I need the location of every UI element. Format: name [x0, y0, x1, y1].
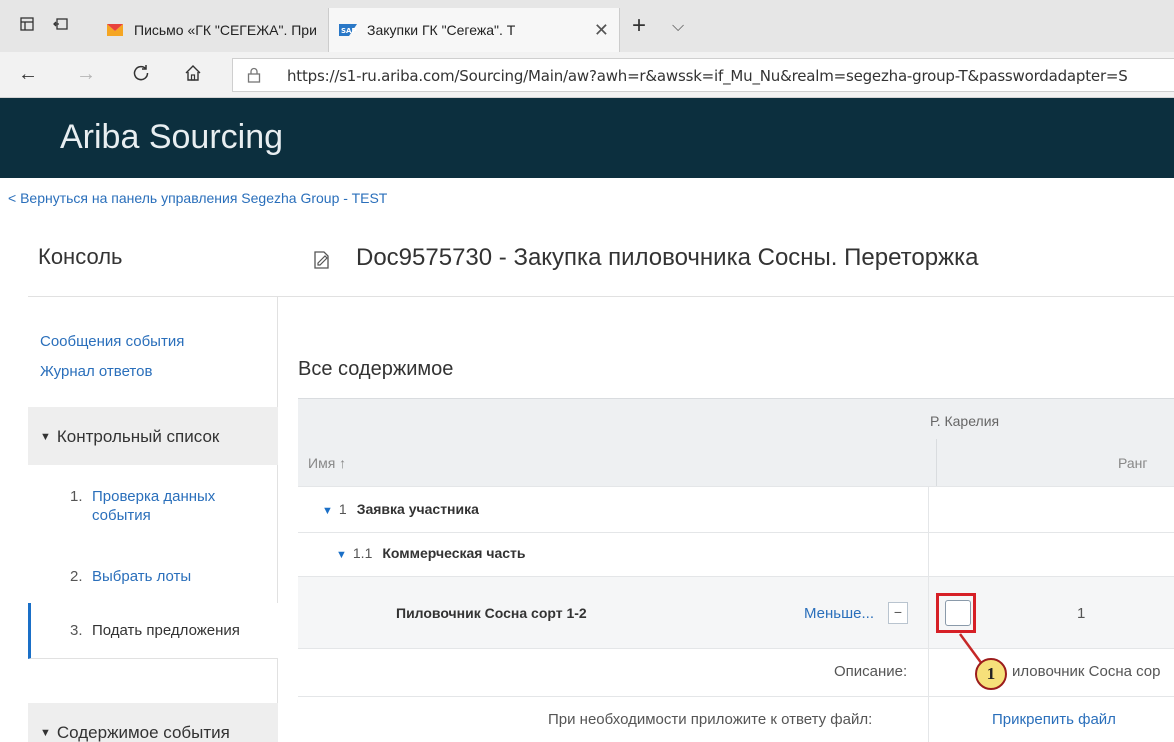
url-field[interactable]: https://s1-ru.ariba.com/Sourcing/Main/aw…	[232, 58, 1174, 92]
table-row-description: Описание: иловочник Сосна сор	[298, 648, 1174, 696]
app-header: Ariba Sourcing	[0, 98, 1174, 178]
checklist-section-header[interactable]: ▼ Контрольный список	[28, 407, 278, 465]
divider	[928, 487, 929, 532]
back-arrow-icon[interactable]: ←	[18, 64, 38, 84]
name-column-header[interactable]: Имя ↑	[308, 455, 346, 471]
row-label: Заявка участника	[356, 501, 479, 517]
section-title: Все содержимое	[298, 358, 454, 380]
tab-actions-icon[interactable]	[18, 16, 36, 34]
callout-number-badge: 1	[975, 658, 1007, 690]
chevron-down-icon[interactable]: ⌵	[672, 18, 684, 36]
back-to-dashboard-link[interactable]: < Вернуться на панель управления Segezha…	[8, 190, 387, 206]
tab-title: Письмо «ГК "СЕГЕЖА". При	[134, 22, 317, 38]
document-edit-icon	[312, 250, 332, 270]
browser-tab-bar: Письмо «ГК "СЕГЕЖА". При SAP Закупки ГК …	[0, 0, 1174, 52]
grid-header: Р. Карелия Имя ↑ Ранг	[298, 398, 1174, 487]
tab-title: Закупки ГК "Сегежа". Т	[367, 22, 516, 38]
item-checkbox[interactable]	[945, 600, 971, 626]
forward-arrow-icon[interactable]: →	[76, 64, 96, 84]
event-contents-title: Содержимое события	[56, 723, 230, 742]
content-grid: Р. Карелия Имя ↑ Ранг ▼ 1 Заявка участника…	[298, 398, 1174, 742]
triangle-down-icon: ▼	[40, 727, 51, 739]
url-text: https://s1-ru.ariba.com/Sourcing/Main/aw…	[287, 67, 1128, 85]
brand-title: Ariba Sourcing	[60, 118, 284, 156]
checklist-step-select-lots[interactable]: 2. Выбрать лоты	[70, 567, 266, 587]
refresh-icon[interactable]	[132, 64, 150, 86]
divider	[278, 296, 1174, 297]
rank-value: 1	[1077, 605, 1086, 622]
sidebar-link-response-history[interactable]: Журнал ответов	[40, 363, 152, 380]
step-number: 2.	[70, 568, 83, 585]
attachment-label: При необходимости приложите к ответу фай…	[548, 711, 873, 728]
sidebar-link-event-messages[interactable]: Сообщения события	[40, 333, 184, 350]
svg-text:SAP: SAP	[341, 27, 357, 35]
triangle-down-icon[interactable]: ▼	[322, 505, 333, 517]
mail-favicon-icon	[106, 23, 124, 37]
rank-column-header[interactable]: Ранг	[1118, 455, 1148, 471]
description-label: Описание:	[834, 663, 908, 680]
highlight-box	[936, 593, 976, 633]
page-title: Doc9575730 - Закупка пиловочника Сосны. …	[356, 244, 979, 271]
step-label: Проверка данных события	[92, 488, 216, 524]
triangle-down-icon: ▼	[40, 431, 51, 443]
row-number: 1.1	[352, 545, 373, 561]
lock-icon	[247, 67, 261, 83]
row-label: Коммерческая часть	[382, 545, 526, 561]
new-tab-icon[interactable]: +	[632, 14, 646, 38]
divider	[928, 649, 929, 696]
row-number: 1	[338, 501, 347, 517]
table-row-attachment: При необходимости приложите к ответу фай…	[298, 696, 1174, 742]
collapse-button[interactable]: −	[888, 602, 908, 624]
table-row-item: Пиловочник Сосна сорт 1-2 Меньше... − 1	[298, 576, 1174, 648]
sidebar: Сообщения события Журнал ответов ▼ Контро…	[28, 296, 278, 742]
table-row: ▼ 1 Заявка участника	[298, 486, 1174, 532]
divider	[936, 439, 937, 487]
divider	[928, 577, 929, 648]
divider	[928, 533, 929, 576]
triangle-down-icon[interactable]: ▼	[336, 549, 347, 561]
description-value: иловочник Сосна сор	[1012, 663, 1161, 680]
step-label: Подать предложения	[92, 622, 240, 639]
table-row: ▼ 1.1 Коммерческая часть	[298, 532, 1174, 576]
address-bar: ← → https://s1-ru.ariba.com/Sourcing/Mai…	[0, 52, 1174, 98]
home-icon[interactable]	[184, 64, 202, 86]
console-title: Консоль	[38, 244, 123, 269]
step-number: 1.	[70, 488, 83, 505]
checklist-step-submit-response[interactable]: 3. Подать предложения	[28, 603, 278, 659]
close-tab-icon[interactable]: ✕	[594, 20, 609, 41]
sap-favicon-icon: SAP	[339, 23, 357, 37]
divider	[928, 697, 929, 742]
event-contents-section-header[interactable]: ▼ Содержимое события	[28, 703, 278, 742]
set-aside-tabs-icon[interactable]	[52, 16, 70, 34]
step-number: 3.	[70, 622, 83, 639]
show-less-link[interactable]: Меньше...	[804, 605, 874, 622]
attach-file-link[interactable]: Прикрепить файл	[992, 711, 1116, 728]
tab-ariba[interactable]: SAP Закупки ГК "Сегежа". Т ✕	[328, 8, 620, 52]
tab-mail[interactable]: Письмо «ГК "СЕГЕЖА". При	[96, 8, 328, 52]
checklist-title: Контрольный список	[56, 427, 220, 446]
step-label: Выбрать лоты	[92, 568, 192, 585]
supplier-column-header: Р. Карелия	[930, 413, 1000, 429]
checklist-step-review[interactable]: 1. Проверка данных события	[70, 487, 266, 527]
item-name: Пиловочник Сосна сорт 1-2	[396, 605, 587, 621]
